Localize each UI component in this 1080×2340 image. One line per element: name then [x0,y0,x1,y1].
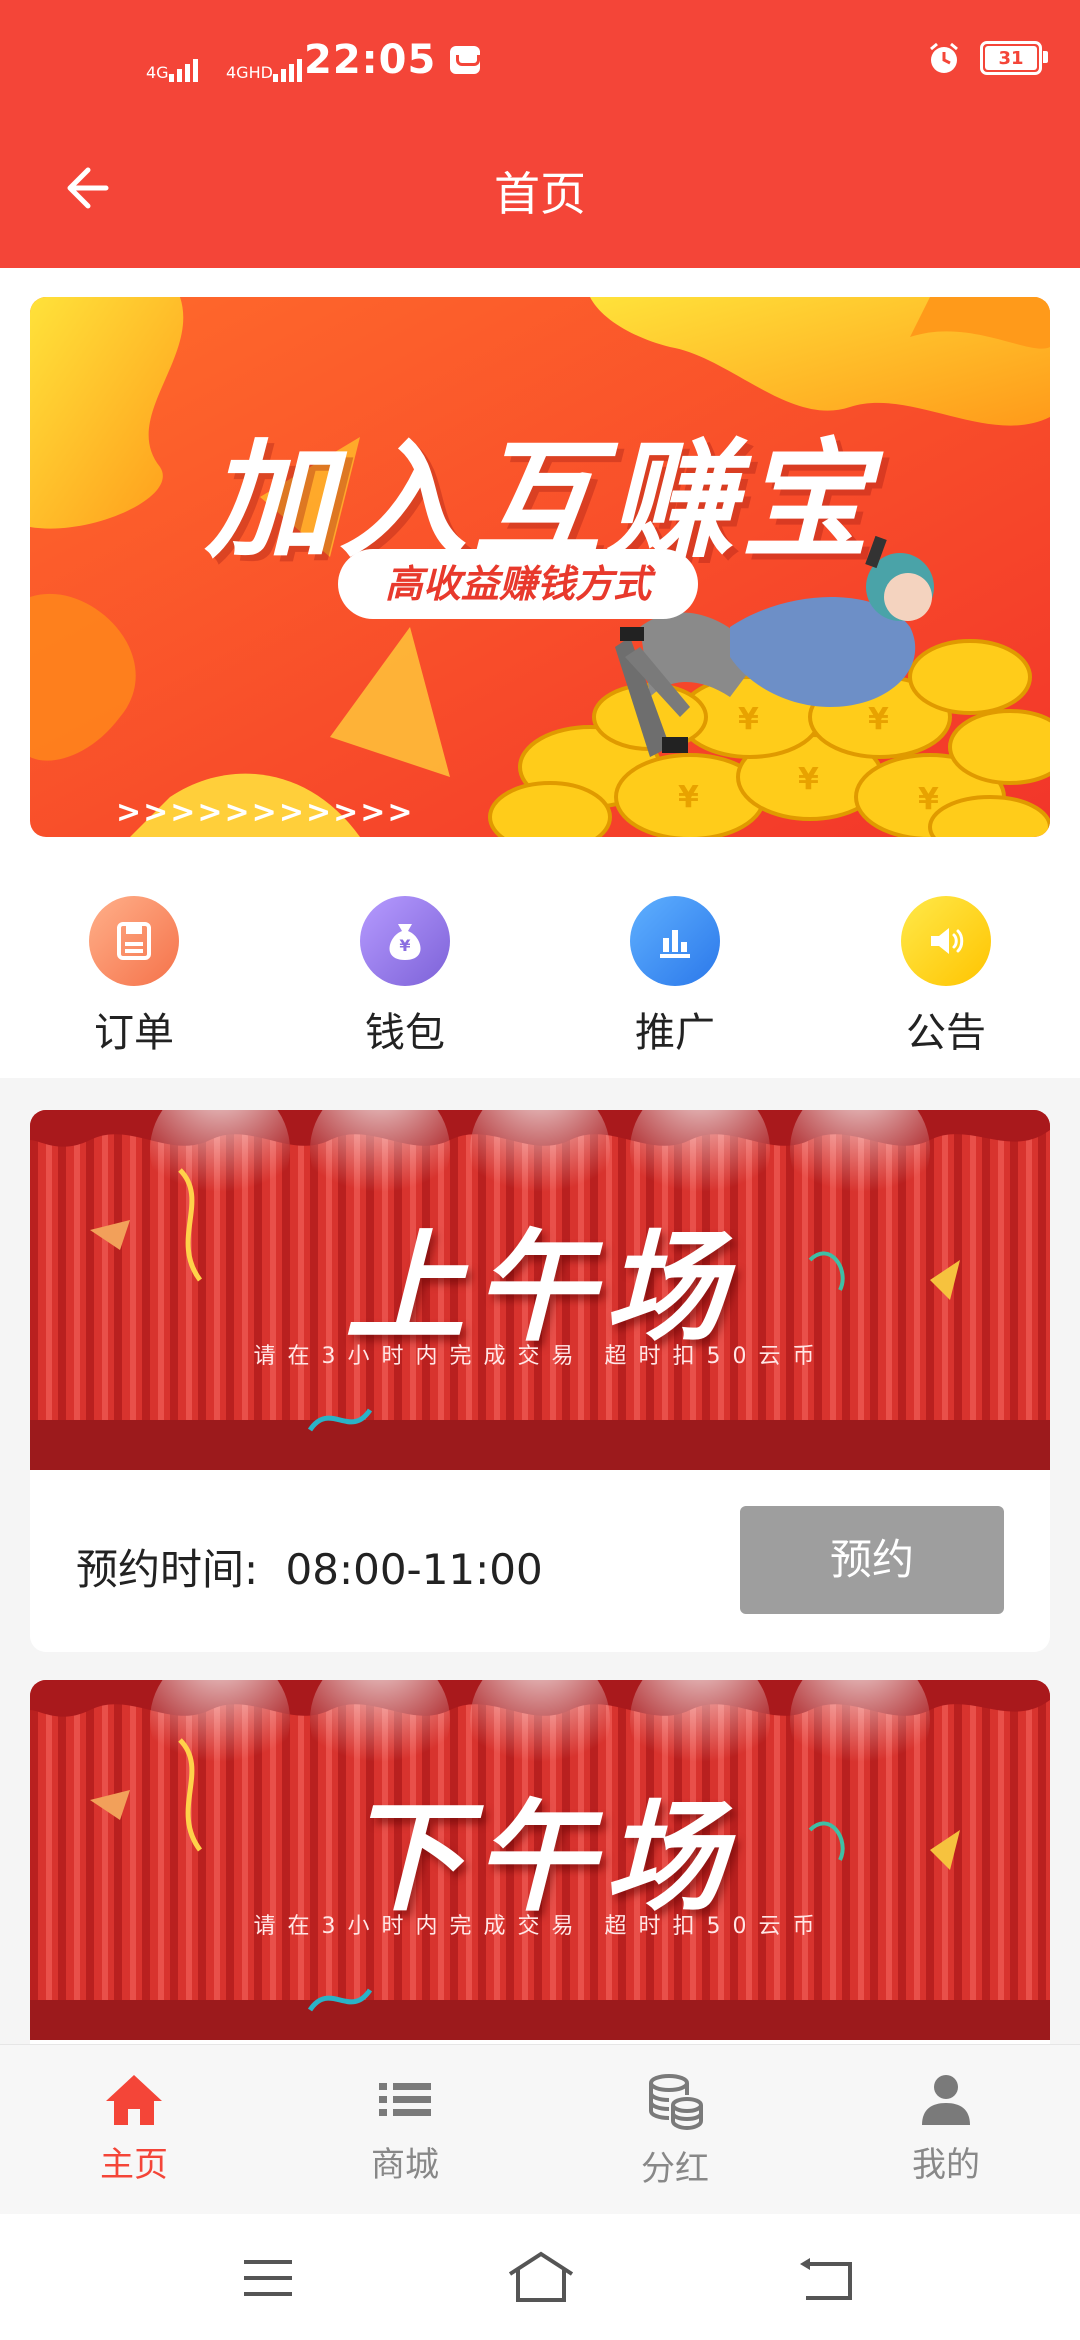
signal-icon: 4G [136,38,202,82]
tab-home-label: 主页 [100,2145,168,2185]
menu-item-announcement[interactable]: 公告 [856,896,1036,1058]
afternoon-session-banner[interactable]: 下午场 请在3小时内完成交易 超时扣50云币 [30,1680,1050,2040]
morning-session-subtitle: 请在3小时内完成交易 超时扣50云币 [253,1344,827,1369]
section-gap [0,1078,1080,1110]
tab-mall-label: 商城 [371,2145,439,2185]
coins-icon [649,2074,703,2131]
banner-tagline: 高收益赚钱方式 [338,549,698,619]
clock: 22:05 [304,37,437,83]
signal-2-label: 4GHD [226,63,273,82]
banner-arrows: >>>>>>>>>>> [116,795,415,830]
svg-text:¥: ¥ [868,702,889,737]
home-icon [106,2075,162,2125]
tab-profile[interactable]: 我的 [846,2071,1046,2186]
reservation-time-value: 08:00-11:00 [285,1545,543,1594]
menu-label-promote: 推广 [635,1010,715,1056]
menu-item-promote[interactable]: 推广 [585,896,765,1058]
alarm-icon [930,42,958,73]
reservation-row: 预约时间: 08:00-11:00 预约 [30,1470,1050,1652]
morning-session-banner[interactable]: 上午场 请在3小时内完成交易 超时扣50云币 [30,1110,1050,1470]
system-nav-bar [0,2214,1080,2340]
tab-home[interactable]: 主页 [34,2071,234,2186]
wallet-icon: ¥ [360,896,450,986]
tab-dividend-label: 分红 [641,2149,709,2189]
menu-item-order[interactable]: 订单 [44,896,224,1058]
back-icon[interactable] [796,2254,856,2304]
menu-item-wallet[interactable]: ¥ 钱包 [315,896,495,1058]
reservation-time: 预约时间: 08:00-11:00 [76,1536,543,1597]
session-card-afternoon: 下午场 请在3小时内完成交易 超时扣50云币 [30,1680,1050,2044]
signal-1-label: 4G [146,63,169,82]
promo-banner[interactable]: ¥ ¥ ¥ ¥ ¥ 加入互赚宝 高收益赚钱方式 >>>>>>>>>>> [30,297,1050,837]
svg-text:¥: ¥ [798,762,819,797]
promote-icon [630,896,720,986]
home-outline-icon[interactable] [506,2250,576,2304]
tab-profile-label: 我的 [912,2145,980,2185]
svg-text:¥: ¥ [399,936,410,955]
signal-hd-icon: 4GHD [216,38,302,82]
quick-menu: 订单 ¥ 钱包 推广 公告 [0,860,1080,1078]
reserve-button[interactable]: 预约 [740,1506,1004,1614]
announcement-icon [901,896,991,986]
battery-level: 31 [998,47,1024,69]
menu-label-wallet: 钱包 [365,1010,445,1056]
profile-icon [922,2075,970,2125]
page-title: 首页 [494,167,586,221]
nav-bar: 首页 [0,120,1080,268]
svg-text:¥: ¥ [918,782,939,817]
tab-mall[interactable]: 商城 [305,2071,505,2186]
reservation-time-label: 预约时间: [76,1545,259,1594]
svg-text:¥: ¥ [738,702,759,737]
battery-icon: 31 [980,41,1048,75]
message-icon [450,46,481,74]
list-icon [379,2083,431,2116]
session-card-morning: 上午场 请在3小时内完成交易 超时扣50云币 预约时间: 08:00-11:00… [30,1110,1050,1652]
afternoon-session-subtitle: 请在3小时内完成交易 超时扣50云币 [253,1914,827,1939]
menu-label-announcement: 公告 [906,1010,986,1056]
svg-text:¥: ¥ [678,780,699,815]
menu-icon[interactable] [240,2254,296,2302]
status-bar: 4G 4GHD 22:05 31 [0,0,1080,120]
menu-label-order: 订单 [94,1010,174,1056]
bottom-tab-bar: 主页 商城 分红 我的 [0,2044,1080,2215]
tab-dividend[interactable]: 分红 [575,2071,775,2190]
order-icon [89,896,179,986]
